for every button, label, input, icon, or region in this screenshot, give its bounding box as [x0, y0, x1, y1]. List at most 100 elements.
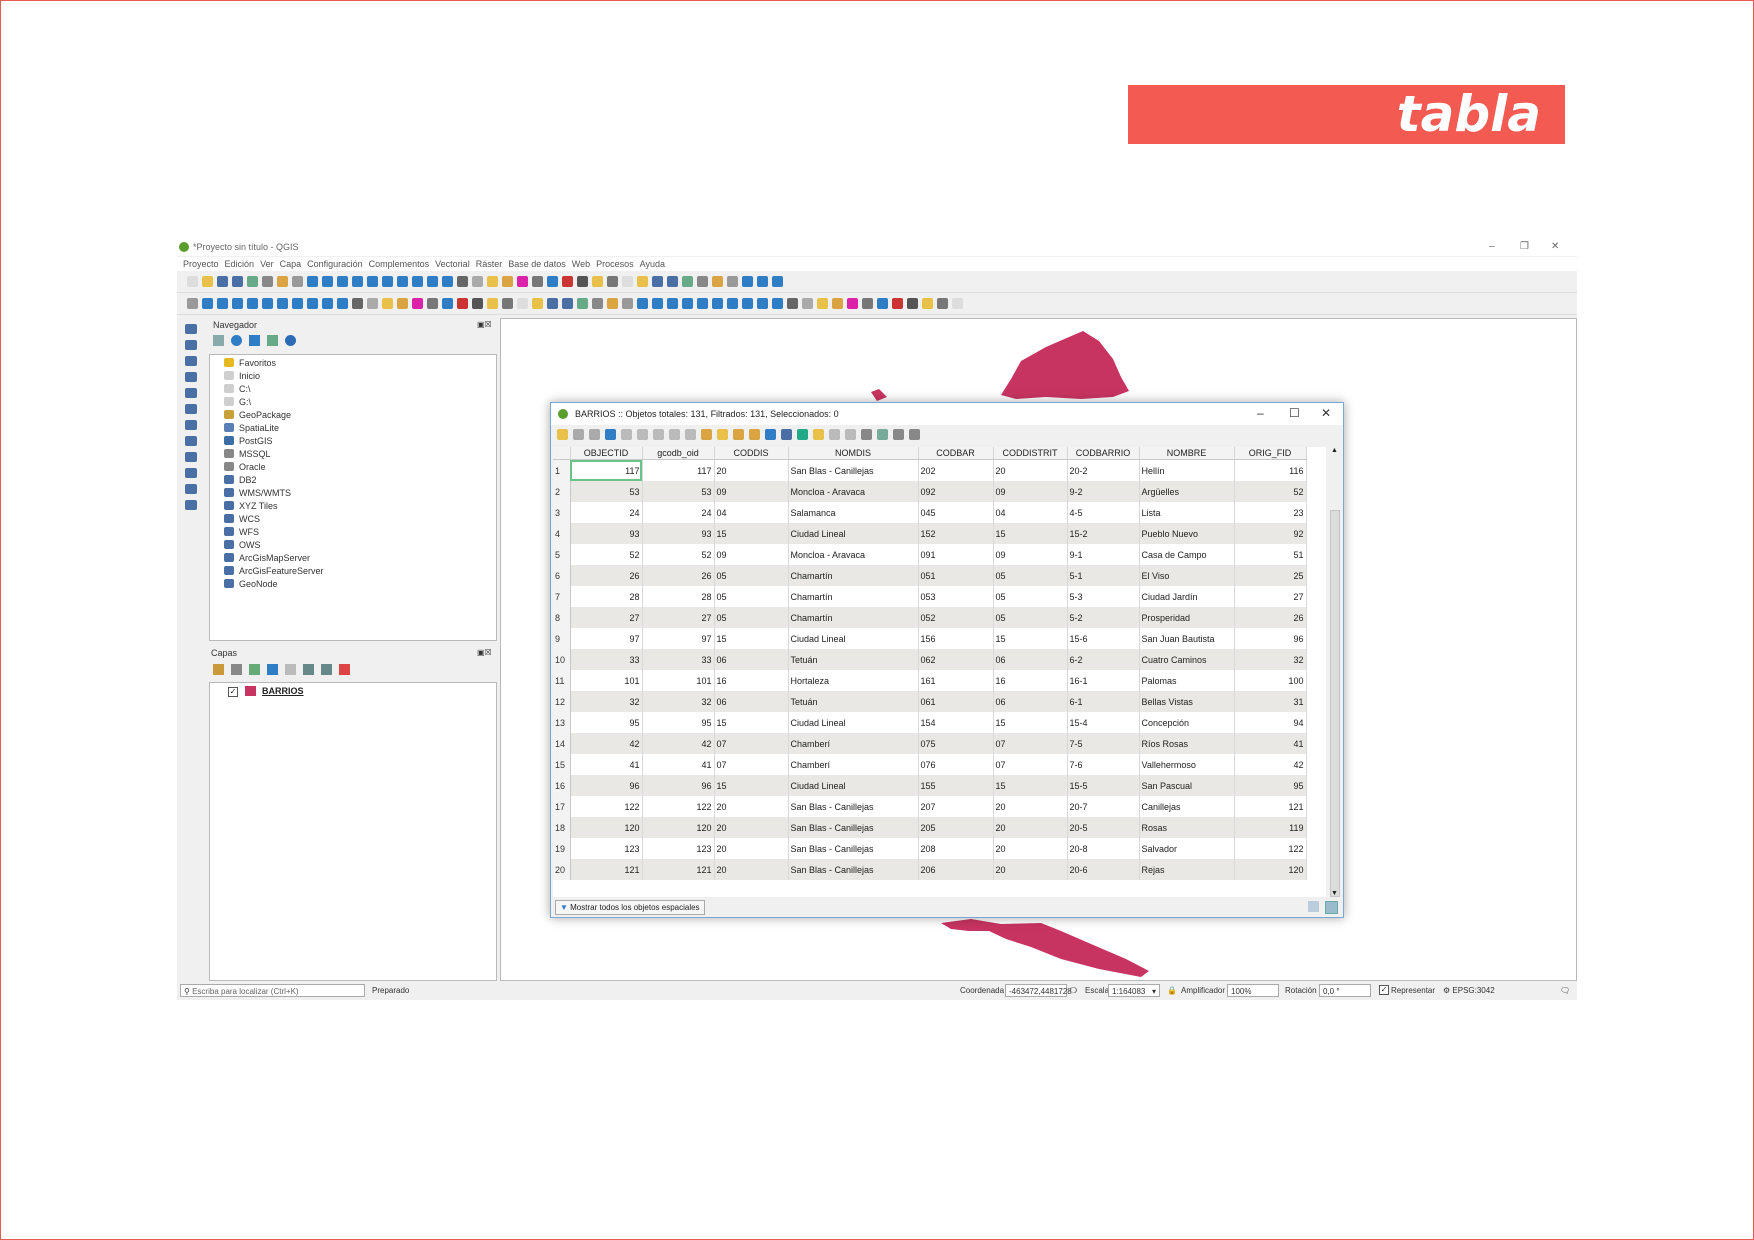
- deselect-icon[interactable]: [832, 298, 843, 309]
- table-cell[interactable]: 16: [993, 670, 1068, 691]
- new-project-icon[interactable]: [952, 298, 963, 309]
- scale-select[interactable]: 1:164083 ▾: [1108, 984, 1160, 997]
- manage-map-themes-icon[interactable]: [249, 664, 260, 675]
- table-row[interactable]: 7 28 28 05 Chamartín 053 05 5-3 Ciudad Jardín 27: [553, 586, 1307, 607]
- pan-to-selected-icon[interactable]: [797, 429, 808, 440]
- open-project-icon[interactable]: [202, 276, 213, 287]
- table-row[interactable]: 19 123 123 20 San Blas - Canillejas 208 20 20-8…: [553, 838, 1307, 859]
- table-cell[interactable]: 27: [570, 607, 643, 628]
- table-cell[interactable]: 5-2: [1067, 607, 1140, 628]
- table-cell[interactable]: 15-6: [1067, 628, 1140, 649]
- browser-item[interactable]: WMS/WMTS: [224, 488, 291, 498]
- browser-item[interactable]: Oracle: [224, 462, 266, 472]
- info-icon[interactable]: [285, 335, 296, 346]
- column-header[interactable]: OBJECTID: [570, 447, 643, 460]
- browser-item[interactable]: Inicio: [224, 371, 260, 381]
- table-row[interactable]: 4 93 93 15 Ciudad Lineal 152 15 15-2 Pueblo Nuev…: [553, 523, 1307, 544]
- table-cell[interactable]: 15: [993, 712, 1068, 733]
- table-cell[interactable]: 20: [714, 459, 789, 481]
- minimize-icon[interactable]: –: [1257, 406, 1264, 420]
- table-cell[interactable]: San Blas - Canillejas: [788, 838, 919, 859]
- browser-item[interactable]: OWS: [224, 540, 261, 550]
- table-cell[interactable]: 076: [918, 754, 994, 775]
- pan-icon[interactable]: [727, 276, 738, 287]
- ruler-icon[interactable]: [907, 298, 918, 309]
- table-cell[interactable]: 20-6: [1067, 859, 1140, 880]
- table-cell[interactable]: 121: [1234, 796, 1307, 817]
- menu-item[interactable]: Ráster: [476, 257, 503, 271]
- column-header[interactable]: CODDISTRIT: [993, 447, 1068, 460]
- table-cell[interactable]: 202: [918, 459, 994, 481]
- table-cell[interactable]: 31: [1234, 691, 1307, 712]
- pan-to-selection-icon[interactable]: [307, 276, 318, 287]
- statistics-icon[interactable]: [862, 298, 873, 309]
- add-wfs-icon[interactable]: [185, 436, 197, 446]
- row-number[interactable]: 2: [553, 481, 571, 502]
- table-cell[interactable]: 15: [993, 628, 1068, 649]
- browser-item[interactable]: GeoNode: [224, 579, 278, 589]
- table-cell[interactable]: 205: [918, 817, 994, 838]
- scroll-down-icon[interactable]: ▼: [1331, 890, 1338, 897]
- table-cell[interactable]: 20: [714, 859, 789, 880]
- new-print-layout-icon[interactable]: [247, 276, 258, 287]
- table-cell[interactable]: 51: [1234, 544, 1307, 565]
- table-cell[interactable]: Ciudad Lineal: [788, 628, 919, 649]
- menu-item[interactable]: Ver: [260, 257, 274, 271]
- table-cell[interactable]: 5-3: [1067, 586, 1140, 607]
- table-cell[interactable]: 7-6: [1067, 754, 1140, 775]
- save-as-icon[interactable]: [562, 298, 573, 309]
- add-wcs-icon[interactable]: [185, 420, 197, 430]
- table-cell[interactable]: Pueblo Nuevo: [1139, 523, 1235, 544]
- zoom-to-layer-icon[interactable]: [277, 298, 288, 309]
- save-edits-icon[interactable]: [589, 429, 600, 440]
- select-icon[interactable]: [817, 298, 828, 309]
- select-icon[interactable]: [382, 298, 393, 309]
- toolbox-icon[interactable]: [547, 276, 558, 287]
- add-mssql-icon[interactable]: [185, 388, 197, 398]
- panel-close-icon[interactable]: ▣☒: [477, 320, 492, 329]
- add-group-icon[interactable]: [231, 664, 242, 675]
- menu-item[interactable]: Web: [572, 257, 590, 271]
- menu-item[interactable]: Edición: [225, 257, 255, 271]
- new-shapefile-icon[interactable]: [185, 484, 197, 494]
- table-cell[interactable]: Bellas Vistas: [1139, 691, 1235, 712]
- annotation-icon[interactable]: [922, 298, 933, 309]
- filter-legend-icon[interactable]: [267, 664, 278, 675]
- table-cell[interactable]: 05: [714, 607, 789, 628]
- table-cell[interactable]: 123: [642, 838, 715, 859]
- magnifier-input[interactable]: 100%: [1227, 984, 1279, 997]
- row-number[interactable]: 13: [553, 712, 571, 733]
- table-cell[interactable]: 121: [642, 859, 715, 880]
- table-cell[interactable]: 96: [570, 775, 643, 796]
- table-row[interactable]: 9 97 97 15 Ciudad Lineal 156 15 15-6 San Juan Ba…: [553, 628, 1307, 649]
- table-cell[interactable]: 20-8: [1067, 838, 1140, 859]
- select-expression-icon[interactable]: [701, 429, 712, 440]
- table-cell[interactable]: San Blas - Canillejas: [788, 796, 919, 817]
- table-cell[interactable]: 05: [993, 607, 1068, 628]
- browser-item[interactable]: SpatiaLite: [224, 423, 279, 433]
- zoom-full-icon[interactable]: [352, 276, 363, 287]
- expand-all-icon[interactable]: [303, 664, 314, 675]
- save-as-icon[interactable]: [667, 276, 678, 287]
- layout-manager-icon[interactable]: [592, 298, 603, 309]
- zoom-full-icon[interactable]: [682, 298, 693, 309]
- maximize-icon[interactable]: ☐: [1289, 406, 1300, 420]
- pan-to-selection-icon[interactable]: [202, 298, 213, 309]
- table-cell[interactable]: 95: [1234, 775, 1307, 796]
- browser-item[interactable]: G:\: [224, 397, 251, 407]
- table-cell[interactable]: 20: [714, 838, 789, 859]
- table-cell[interactable]: 045: [918, 502, 994, 523]
- table-cell[interactable]: 120: [1234, 859, 1307, 880]
- add-raster-layer-icon[interactable]: [185, 340, 197, 350]
- copy-icon[interactable]: [669, 429, 680, 440]
- table-cell[interactable]: Hellín: [1139, 459, 1235, 481]
- new-project-icon[interactable]: [187, 276, 198, 287]
- table-cell[interactable]: 23: [1234, 502, 1307, 523]
- table-row[interactable]: 15 41 41 07 Chamberí 076 07 7-6 Vallehermoso 42: [553, 754, 1307, 775]
- table-cell[interactable]: 07: [993, 733, 1068, 754]
- column-header[interactable]: NOMBRE: [1139, 447, 1235, 460]
- pan-icon[interactable]: [187, 298, 198, 309]
- browser-item[interactable]: C:\: [224, 384, 251, 394]
- pan-to-selection-icon[interactable]: [637, 298, 648, 309]
- table-cell[interactable]: 09: [714, 544, 789, 565]
